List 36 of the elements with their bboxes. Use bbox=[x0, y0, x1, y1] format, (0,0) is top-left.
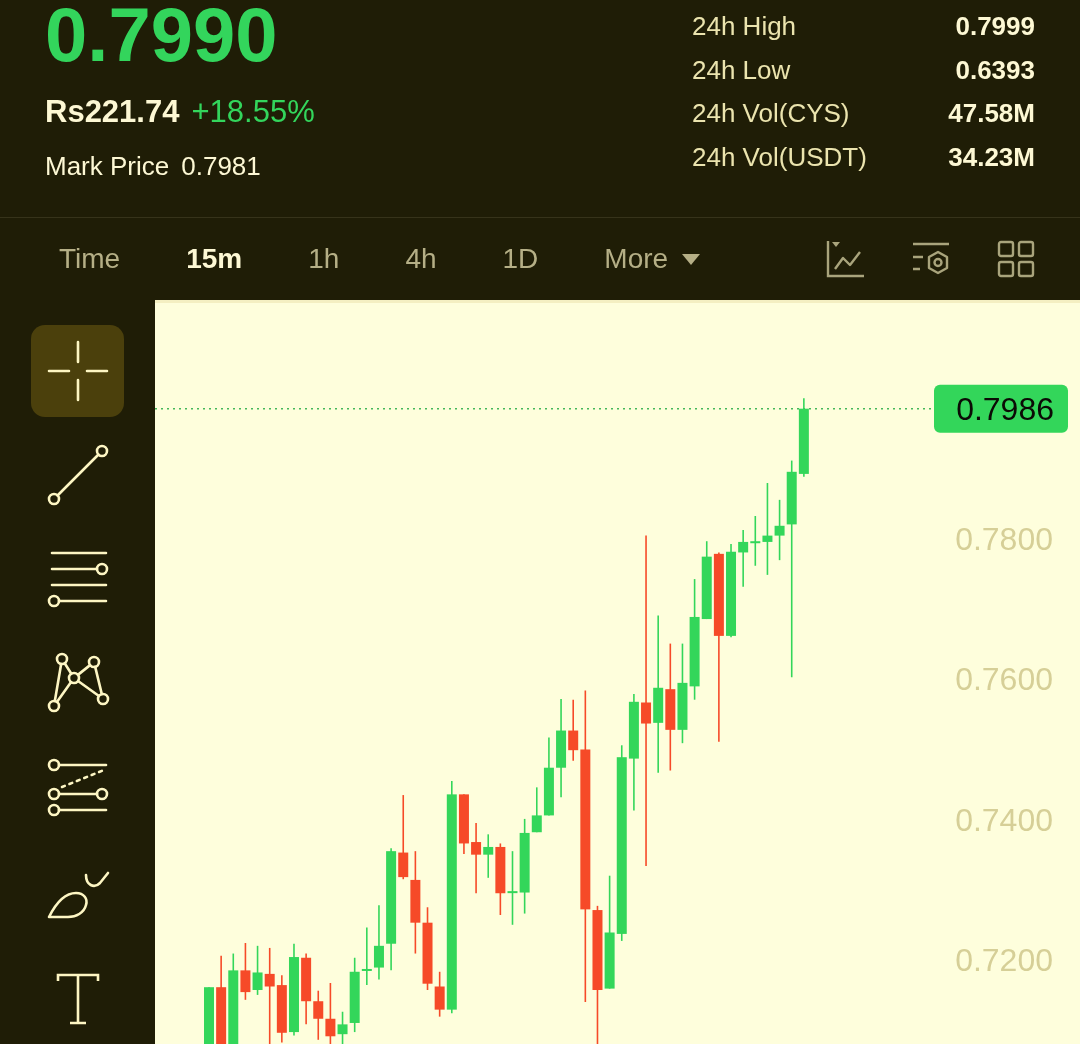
interval-tab[interactable]: 15m bbox=[186, 241, 243, 277]
line-chart-icon[interactable] bbox=[825, 239, 865, 279]
stat-value: 34.23M bbox=[948, 140, 1035, 174]
stat-label: 24h Vol(CYS) bbox=[692, 97, 850, 130]
price-axis-label: 0.7200 bbox=[955, 941, 1053, 978]
candle bbox=[361, 926, 372, 986]
price-axis-label: 0.7400 bbox=[955, 801, 1053, 838]
interval-tab[interactable]: Time bbox=[59, 241, 121, 277]
candle bbox=[738, 529, 749, 588]
more-dropdown[interactable]: More bbox=[604, 241, 701, 277]
stat-label: 24h Vol(USDT) bbox=[692, 140, 867, 174]
last-price: 0.7990 bbox=[45, 0, 279, 70]
pattern-icon bbox=[45, 651, 110, 715]
trend-line-icon bbox=[45, 443, 110, 507]
stat-label: 24h Low bbox=[692, 53, 791, 87]
last-price-tag: 0.7986 bbox=[934, 384, 1068, 433]
price-axis-label: 0.7600 bbox=[955, 661, 1053, 698]
mark-price-label: Mark Price bbox=[45, 150, 170, 182]
interval-tab[interactable]: 4h bbox=[405, 241, 437, 277]
interval-tab[interactable]: 1h bbox=[308, 241, 340, 277]
candle bbox=[276, 974, 287, 1044]
stat-value: 0.7999 bbox=[955, 10, 1035, 43]
crosshair-icon bbox=[45, 339, 110, 403]
mark-price-value: 0.7981 bbox=[181, 150, 261, 182]
interval-tab[interactable]: 1D bbox=[502, 241, 539, 277]
price-change: +18.55% bbox=[191, 94, 315, 130]
fiat-price: Rs221.74 bbox=[45, 94, 180, 130]
caret-down-icon bbox=[682, 253, 701, 265]
drawing-tool-button[interactable] bbox=[31, 325, 124, 417]
candle bbox=[313, 989, 324, 1041]
candle bbox=[204, 986, 214, 1044]
stat-value: 0.6393 bbox=[955, 53, 1035, 87]
stat-value: 47.58M bbox=[948, 97, 1035, 130]
price-axis-label: 0.7800 bbox=[955, 521, 1053, 558]
stat-label: 24h High bbox=[692, 10, 797, 43]
grid-icon[interactable] bbox=[997, 240, 1035, 278]
